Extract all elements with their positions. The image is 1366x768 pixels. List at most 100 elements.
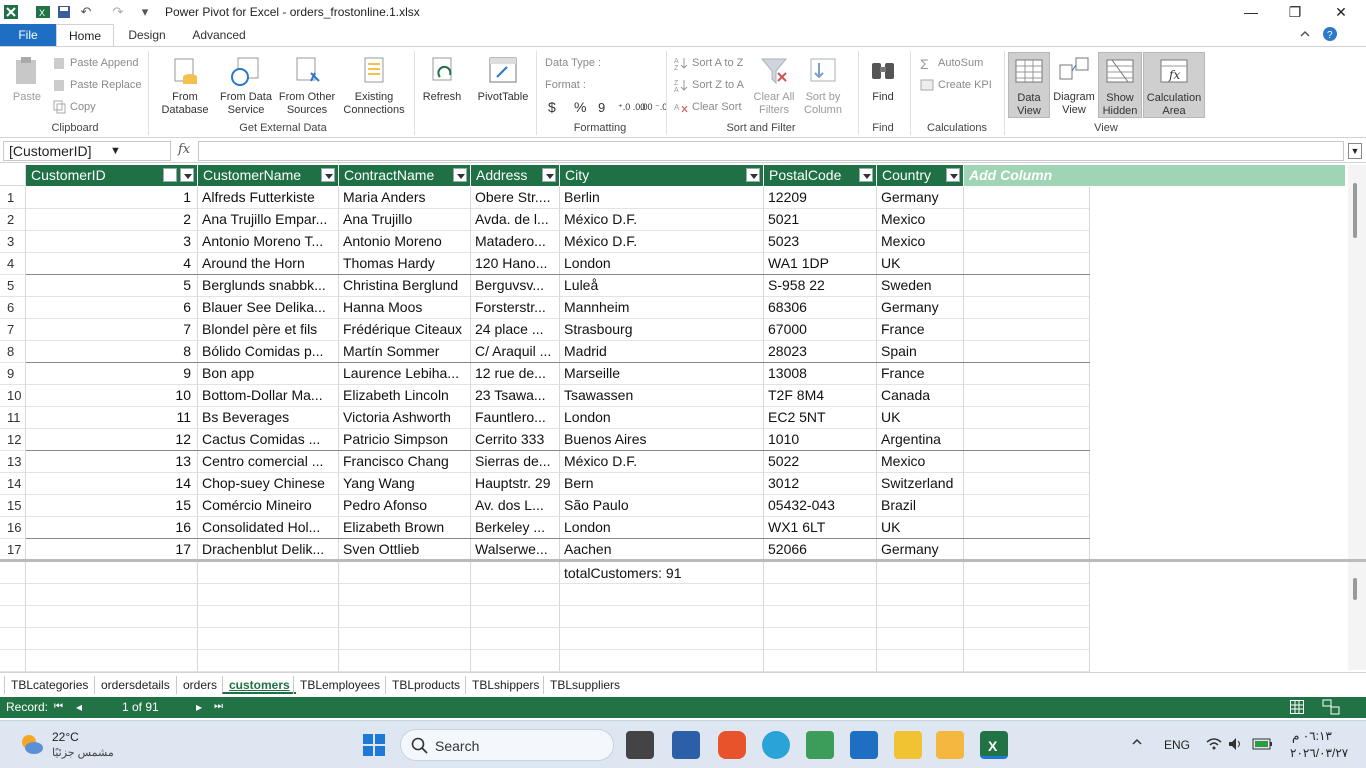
diagram-view-button[interactable]: Diagram View	[1052, 55, 1096, 117]
table-cell[interactable]: Sven Ottlieb	[339, 539, 471, 561]
add-column-header[interactable]: Add Column	[964, 165, 1346, 186]
calc-cell[interactable]	[26, 628, 198, 650]
calc-cell[interactable]	[764, 562, 877, 584]
table-cell[interactable]: 52066	[764, 539, 877, 561]
calc-cell[interactable]	[26, 562, 198, 584]
table-cell[interactable]: 24 place ...	[471, 319, 560, 341]
table-cell[interactable]: Chop-suey Chinese	[198, 473, 339, 495]
row-number[interactable]: 14	[0, 473, 26, 495]
table-row[interactable]: 17 17 Drachenblut Delik... Sven Ottlieb Wals…	[0, 539, 1090, 561]
table-cell[interactable]: Sweden	[877, 275, 964, 297]
table-cell[interactable]: Aachen	[560, 539, 764, 561]
table-row[interactable]: 3 3 Antonio Moreno T... Antonio Moreno Matad…	[0, 231, 1090, 253]
table-cell[interactable]: Maria Anders	[339, 187, 471, 209]
table-cell[interactable]: Blauer See Delika...	[198, 297, 339, 319]
table-cell[interactable]: Matadero...	[471, 231, 560, 253]
decrease-decimal-button[interactable]: .00 ⁻.0	[640, 99, 667, 115]
row-number[interactable]: 5	[0, 275, 26, 297]
add-column-cell[interactable]	[964, 341, 1090, 363]
edge-browser-icon[interactable]	[762, 731, 790, 759]
table-cell[interactable]: Blondel père et fils	[198, 319, 339, 341]
table-cell[interactable]: Consolidated Hol...	[198, 517, 339, 539]
previous-record-button[interactable]: ◂	[76, 700, 82, 714]
table-cell[interactable]: Francisco Chang	[339, 451, 471, 473]
table-cell[interactable]: Tsawassen	[560, 385, 764, 407]
table-cell[interactable]: Laurence Lebiha...	[339, 363, 471, 385]
table-cell[interactable]: London	[560, 407, 764, 429]
table-cell[interactable]: WX1 6LT	[764, 517, 877, 539]
calc-area-scroll-thumb[interactable]	[1353, 578, 1357, 600]
add-column-cell[interactable]	[964, 209, 1090, 231]
table-cell[interactable]: 10	[26, 385, 198, 407]
table-cell[interactable]: T2F 8M4	[764, 385, 877, 407]
table-cell[interactable]: Frédérique Citeaux	[339, 319, 471, 341]
table-cell[interactable]: Centro comercial ...	[198, 451, 339, 473]
row-number[interactable]: 12	[0, 429, 26, 451]
table-cell[interactable]: 2	[26, 209, 198, 231]
wifi-icon[interactable]	[1206, 737, 1222, 751]
calc-cell[interactable]	[339, 584, 471, 606]
table-cell[interactable]: México D.F.	[560, 451, 764, 473]
column-header-city[interactable]: City	[560, 165, 764, 186]
sort-a-to-z-button[interactable]: AZ Sort A to Z	[674, 55, 743, 72]
table-cell[interactable]: Bon app	[198, 363, 339, 385]
calc-cell[interactable]: totalCustomers: 91	[560, 562, 764, 584]
measure-total-customers[interactable]: totalCustomers: 91	[564, 565, 682, 581]
table-cell[interactable]: Switzerland	[877, 473, 964, 495]
row-number[interactable]: 1	[0, 187, 26, 209]
column-header-customername[interactable]: CustomerName	[198, 165, 339, 186]
row-number[interactable]: 8	[0, 341, 26, 363]
row-number[interactable]: 10	[0, 385, 26, 407]
table-cell[interactable]: México D.F.	[560, 209, 764, 231]
table-cell[interactable]: Hanna Moos	[339, 297, 471, 319]
table-row[interactable]: 10 10 Bottom-Dollar Ma... Elizabeth Lincoln…	[0, 385, 1090, 407]
vertical-scrollbar[interactable]	[1348, 165, 1366, 560]
table-cell[interactable]: Martín Sommer	[339, 341, 471, 363]
table-row[interactable]: 16 16 Consolidated Hol... Elizabeth Brown Be…	[0, 517, 1090, 539]
column-header-contractname[interactable]: ContractName	[339, 165, 471, 186]
select-all-corner[interactable]	[0, 165, 26, 186]
table-cell[interactable]: Elizabeth Lincoln	[339, 385, 471, 407]
table-cell[interactable]: 9	[26, 363, 198, 385]
add-column-cell[interactable]	[964, 275, 1090, 297]
add-column-cell[interactable]	[964, 297, 1090, 319]
calc-cell[interactable]	[198, 584, 339, 606]
add-column-cell[interactable]	[964, 253, 1090, 275]
table-cell[interactable]: C/ Araquil ...	[471, 341, 560, 363]
add-column-cell[interactable]	[964, 319, 1090, 341]
table-cell[interactable]: 13	[26, 451, 198, 473]
calc-cell[interactable]	[471, 584, 560, 606]
tab-home[interactable]: Home	[56, 24, 114, 47]
paste-button[interactable]: Paste	[8, 55, 46, 104]
table-cell[interactable]: Mexico	[877, 231, 964, 253]
row-number[interactable]: 11	[0, 407, 26, 429]
create-kpi-button[interactable]: Create KPI	[920, 77, 992, 93]
row-number[interactable]: 7	[0, 319, 26, 341]
data-view-button[interactable]: Data View	[1008, 52, 1050, 118]
table-cell[interactable]: Fauntlero...	[471, 407, 560, 429]
table-cell[interactable]: Bottom-Dollar Ma...	[198, 385, 339, 407]
diagram-view-status-icon[interactable]	[1322, 699, 1340, 715]
table-cell[interactable]: Obere Str....	[471, 187, 560, 209]
data-type-dropdown[interactable]: Data Type :	[545, 55, 601, 71]
table-cell[interactable]: 12	[26, 429, 198, 451]
table-cell[interactable]: 5022	[764, 451, 877, 473]
table-cell[interactable]: Brazil	[877, 495, 964, 517]
column-header-postalcode[interactable]: PostalCode	[764, 165, 877, 186]
table-row[interactable]: 5 5 Berglunds snabbk... Christina Berglund B…	[0, 275, 1090, 297]
table-cell[interactable]: London	[560, 517, 764, 539]
table-cell[interactable]: Antonio Moreno	[339, 231, 471, 253]
table-cell[interactable]: Ana Trujillo Empar...	[198, 209, 339, 231]
calc-cell[interactable]	[198, 562, 339, 584]
fx-icon[interactable]: fx	[178, 142, 190, 157]
table-cell[interactable]: Strasbourg	[560, 319, 764, 341]
table-row[interactable]: 1 1 Alfreds Futterkiste Maria Anders Obere S…	[0, 187, 1090, 209]
filter-dropdown-icon[interactable]	[542, 168, 556, 182]
table-cell[interactable]: 15	[26, 495, 198, 517]
table-cell[interactable]: Drachenblut Delik...	[198, 539, 339, 561]
column-header-address[interactable]: Address	[471, 165, 560, 186]
name-box-dropdown-icon[interactable]: ▼	[110, 142, 121, 160]
calc-cell[interactable]	[560, 606, 764, 628]
table-cell[interactable]: Germany	[877, 539, 964, 561]
undo-icon[interactable]: ↶	[76, 3, 96, 21]
